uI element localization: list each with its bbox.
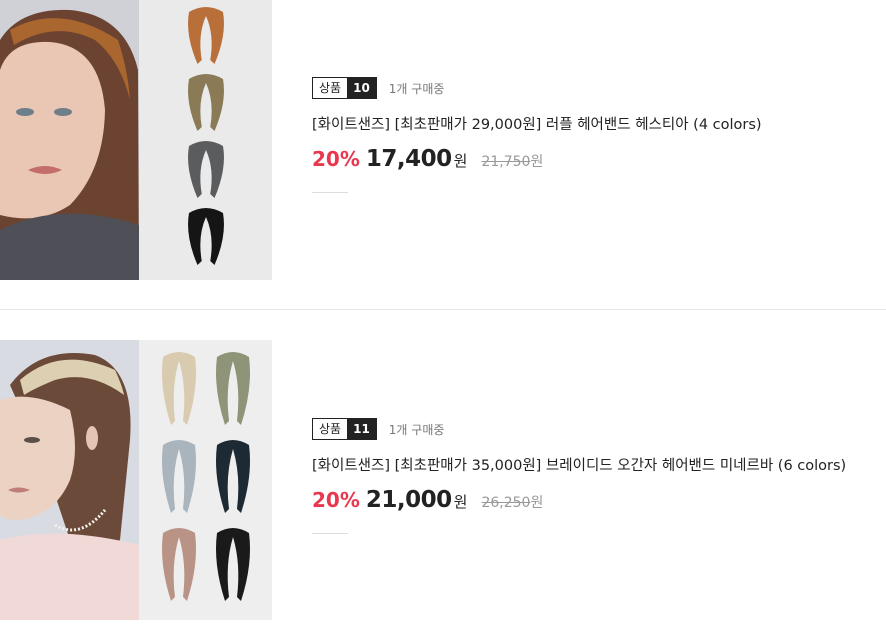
sale-price: 17,400 (365, 146, 452, 172)
original-currency: 원 (530, 495, 544, 511)
buying-count: 1개 구매중 (388, 81, 445, 96)
price-row: 20% 21,000 원 26,250 원 (312, 487, 846, 517)
sale-currency: 원 (453, 152, 468, 170)
rank-number: 11 (347, 419, 376, 439)
product-title[interactable]: [화이트샌즈] [최초판매가 35,000원] 브레이디드 오간자 헤어밴드 미… (312, 455, 846, 477)
sale-currency: 원 (453, 493, 468, 511)
product-image (0, 0, 272, 280)
product-image (0, 340, 272, 620)
original-price: 21,750 (481, 154, 531, 170)
price-row: 20% 17,400 원 21,750 원 (312, 146, 762, 176)
product-title[interactable]: [화이트샌즈] [최초판매가 29,000원] 러플 헤어밴드 헤스티아 (4 … (312, 114, 762, 136)
sale-price: 21,000 (365, 487, 452, 513)
original-currency: 원 (530, 154, 544, 170)
discount-rate: 20% (312, 147, 360, 171)
product-list: 상품 10 1개 구매중 [화이트샌즈] [최초판매가 29,000원] 러플 … (0, 0, 886, 637)
divider-short (312, 192, 348, 193)
rank-badge: 상품 11 (312, 418, 377, 440)
product-info: 상품 11 1개 구매중 [화이트샌즈] [최초판매가 35,000원] 브레이… (312, 417, 846, 534)
product-card[interactable]: 상품 10 1개 구매중 [화이트샌즈] [최초판매가 29,000원] 러플 … (0, 0, 886, 310)
product-info: 상품 10 1개 구매중 [화이트샌즈] [최초판매가 29,000원] 러플 … (312, 76, 762, 193)
rank-label: 상품 (313, 78, 348, 98)
product-thumbnail[interactable] (0, 0, 272, 280)
divider-short (312, 533, 348, 534)
section-divider (0, 309, 886, 310)
original-price: 26,250 (481, 495, 531, 511)
discount-rate: 20% (312, 488, 360, 512)
rank-badge: 상품 10 (312, 77, 377, 99)
product-thumbnail[interactable] (0, 340, 272, 620)
buying-count: 1개 구매중 (388, 422, 445, 437)
product-card[interactable]: 상품 11 1개 구매중 [화이트샌즈] [최초판매가 35,000원] 브레이… (0, 340, 886, 637)
rank-label: 상품 (313, 419, 348, 439)
rank-number: 10 (347, 78, 376, 98)
